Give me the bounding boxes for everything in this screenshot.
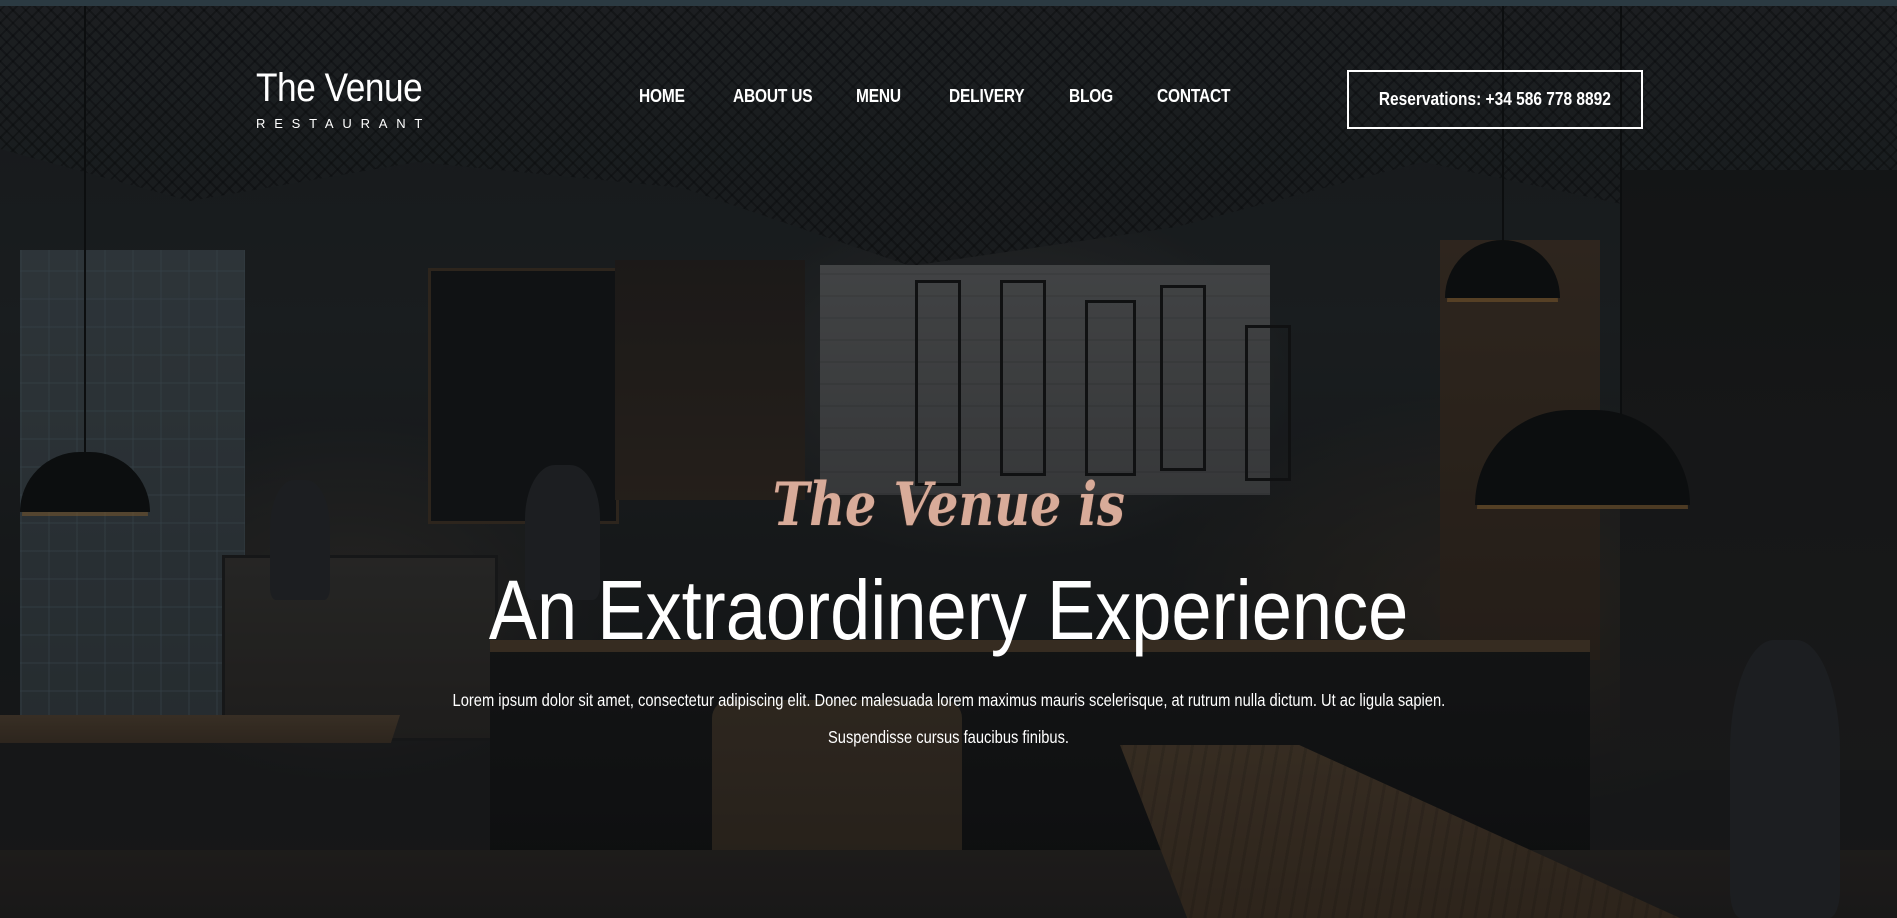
nav-menu[interactable]: MENU	[856, 86, 936, 107]
hero-description-line: Suspendisse cursus faucibus finibus.	[0, 719, 1897, 756]
nav-blog[interactable]: BLOG	[1069, 86, 1145, 107]
nav-about-us[interactable]: ABOUT US	[733, 86, 839, 107]
logo[interactable]: The Venue RESTAURANT	[256, 66, 445, 131]
page: The Venue RESTAURANT HOME ABOUT US MENU …	[0, 0, 1897, 918]
hero-script-heading: The Venue is	[0, 470, 1897, 540]
nav-delivery[interactable]: DELIVERY	[949, 86, 1052, 107]
hero-description-line-2: Suspendisse cursus faucibus finibus.	[827, 727, 1070, 747]
hero-title: An Extraordinery Experience	[0, 560, 1897, 660]
hero-title-text: An Extraordinery Experience	[488, 563, 1409, 657]
main-nav: HOME ABOUT US MENU DELIVERY BLOG CONTACT	[639, 86, 1267, 107]
top-edge-bar	[0, 0, 1897, 6]
dark-overlay	[0, 0, 1897, 918]
nav-home[interactable]: HOME	[639, 86, 720, 107]
hero-script-text: The Venue is	[772, 470, 1125, 540]
hero-description-line-1: Lorem ipsum dolor sit amet, consectetur …	[452, 690, 1445, 710]
logo-title: The Venue	[256, 66, 423, 110]
hero-description: Lorem ipsum dolor sit amet, consectetur …	[0, 682, 1897, 756]
hero-description-line: Lorem ipsum dolor sit amet, consectetur …	[0, 682, 1897, 719]
reservations-button[interactable]: Reservations: +34 586 778 8892	[1347, 70, 1643, 129]
reservations-label: Reservations: +34 586 778 8892	[1379, 89, 1611, 109]
logo-tagline: RESTAURANT	[256, 116, 432, 131]
nav-contact[interactable]: CONTACT	[1157, 86, 1252, 107]
hero-background-image	[0, 0, 1897, 918]
